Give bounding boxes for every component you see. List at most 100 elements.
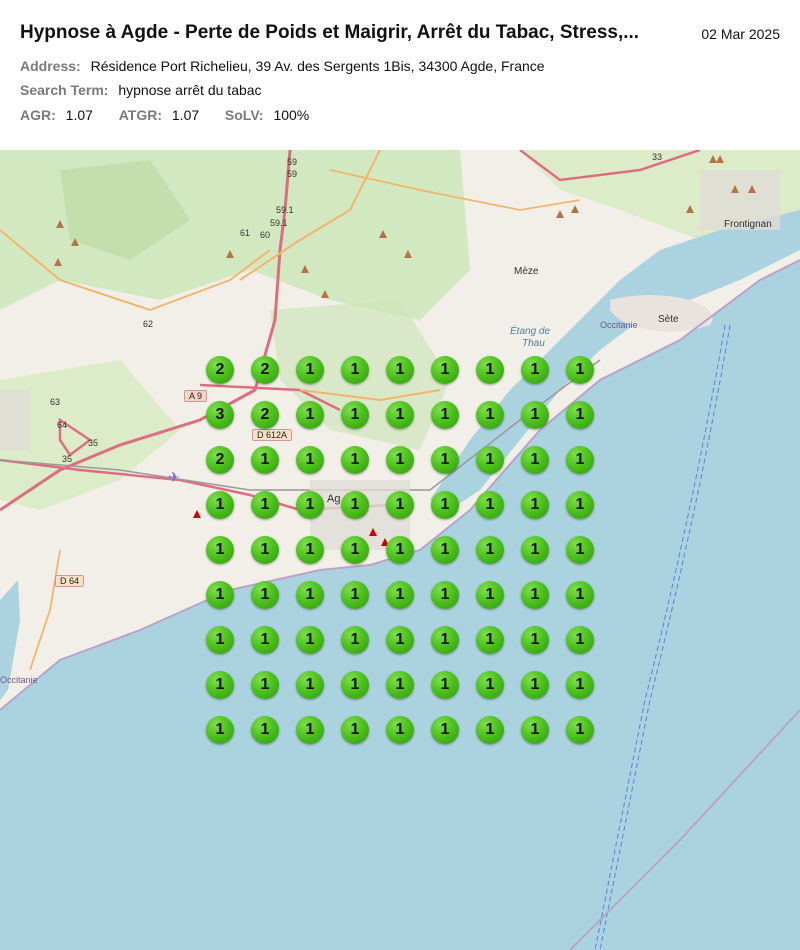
rank-pin[interactable]: 1 bbox=[386, 671, 414, 699]
rank-pin[interactable]: 1 bbox=[431, 626, 459, 654]
report-header: Hypnose à Agde - Perte de Poids et Maigr… bbox=[0, 0, 800, 150]
rank-pin[interactable]: 1 bbox=[476, 626, 504, 654]
rank-pin[interactable]: 1 bbox=[341, 626, 369, 654]
rank-pin[interactable]: 1 bbox=[476, 581, 504, 609]
rank-pin[interactable]: 1 bbox=[476, 671, 504, 699]
map-view[interactable]: ✈ Mèze Sète Frontignan Étang de Thau Occ… bbox=[0, 150, 800, 950]
rank-pin[interactable]: 1 bbox=[521, 716, 549, 744]
rank-pin[interactable]: 1 bbox=[566, 626, 594, 654]
rank-pin[interactable]: 1 bbox=[251, 536, 279, 564]
rank-pin[interactable]: 1 bbox=[431, 716, 459, 744]
rank-pin[interactable]: 2 bbox=[251, 401, 279, 429]
rank-pin[interactable]: 1 bbox=[431, 401, 459, 429]
report-date: 02 Mar 2025 bbox=[701, 26, 780, 42]
rank-pin[interactable]: 1 bbox=[476, 536, 504, 564]
solv-label: SoLV: bbox=[224, 107, 264, 123]
rank-pin[interactable]: 1 bbox=[431, 536, 459, 564]
rank-pin[interactable]: 1 bbox=[386, 491, 414, 519]
map-label-62: 62 bbox=[143, 319, 154, 329]
rank-pin[interactable]: 1 bbox=[431, 356, 459, 384]
rank-pin[interactable]: 1 bbox=[386, 356, 414, 384]
rank-pin[interactable]: 1 bbox=[566, 401, 594, 429]
rank-pin[interactable]: 1 bbox=[251, 626, 279, 654]
rank-pin[interactable]: 1 bbox=[566, 671, 594, 699]
address-value: Résidence Port Richelieu, 39 Av. des Ser… bbox=[90, 58, 545, 74]
rank-pin[interactable]: 1 bbox=[296, 356, 324, 384]
rank-pin[interactable]: 2 bbox=[206, 446, 234, 474]
rank-pin[interactable]: 1 bbox=[206, 491, 234, 519]
rank-pin[interactable]: 1 bbox=[386, 446, 414, 474]
map-label-meze: Mèze bbox=[514, 266, 539, 277]
rank-pin[interactable]: 1 bbox=[521, 491, 549, 519]
rank-pin[interactable]: 1 bbox=[296, 491, 324, 519]
rank-pin[interactable]: 1 bbox=[341, 716, 369, 744]
map-label-frontignan: Frontignan bbox=[724, 219, 772, 230]
map-label-sete: Sète bbox=[658, 314, 679, 325]
rank-pin[interactable]: 1 bbox=[476, 446, 504, 474]
rank-pin[interactable]: 1 bbox=[206, 671, 234, 699]
rank-pin[interactable]: 1 bbox=[431, 446, 459, 474]
rank-pin[interactable]: 1 bbox=[206, 716, 234, 744]
rank-pin[interactable]: 1 bbox=[386, 626, 414, 654]
rank-pin[interactable]: 1 bbox=[341, 491, 369, 519]
rank-pin[interactable]: 3 bbox=[206, 401, 234, 429]
map-label-35b: 35 bbox=[62, 454, 73, 464]
rank-pin[interactable]: 1 bbox=[476, 716, 504, 744]
rank-pin[interactable]: 1 bbox=[566, 356, 594, 384]
rank-pin[interactable]: 1 bbox=[386, 536, 414, 564]
rank-pin[interactable]: 2 bbox=[251, 356, 279, 384]
rank-pin[interactable]: 1 bbox=[251, 491, 279, 519]
rank-pin[interactable]: 1 bbox=[431, 671, 459, 699]
rank-pin[interactable]: 1 bbox=[341, 446, 369, 474]
rank-pin[interactable]: 1 bbox=[251, 446, 279, 474]
rank-pin[interactable]: 1 bbox=[521, 581, 549, 609]
rank-pin[interactable]: 1 bbox=[386, 581, 414, 609]
search-term-row: Search Term: hypnose arrêt du tabac bbox=[20, 82, 262, 98]
rank-pin[interactable]: 1 bbox=[296, 716, 324, 744]
rank-pin[interactable]: 1 bbox=[341, 671, 369, 699]
rank-pin[interactable]: 1 bbox=[206, 581, 234, 609]
rank-pin[interactable]: 1 bbox=[206, 536, 234, 564]
rank-pin[interactable]: 1 bbox=[431, 581, 459, 609]
rank-pin[interactable]: 1 bbox=[296, 536, 324, 564]
rank-pin[interactable]: 1 bbox=[341, 536, 369, 564]
rank-pin[interactable]: 1 bbox=[566, 716, 594, 744]
rank-pin[interactable]: 1 bbox=[566, 581, 594, 609]
search-term-label: Search Term: bbox=[20, 82, 109, 98]
rank-pin[interactable]: 1 bbox=[296, 626, 324, 654]
rank-pin[interactable]: 1 bbox=[341, 356, 369, 384]
address-row: Address: Résidence Port Richelieu, 39 Av… bbox=[20, 58, 545, 74]
rank-pin[interactable]: 1 bbox=[386, 401, 414, 429]
rank-pin[interactable]: 1 bbox=[521, 401, 549, 429]
rank-pin[interactable]: 1 bbox=[386, 716, 414, 744]
rank-pin[interactable]: 1 bbox=[521, 671, 549, 699]
rank-pin[interactable]: 1 bbox=[476, 401, 504, 429]
rank-pin[interactable]: 1 bbox=[476, 491, 504, 519]
rank-pin[interactable]: 1 bbox=[521, 356, 549, 384]
map-label-etang: Étang de bbox=[510, 326, 551, 337]
map-label-63: 63 bbox=[50, 397, 61, 407]
rank-pin[interactable]: 1 bbox=[521, 536, 549, 564]
map-label-occitanie-2: Occitanie bbox=[0, 675, 38, 685]
rank-pin[interactable]: 1 bbox=[206, 626, 234, 654]
rank-pin[interactable]: 1 bbox=[521, 626, 549, 654]
rank-pin[interactable]: 1 bbox=[296, 446, 324, 474]
road-shield-d64: D 64 bbox=[55, 575, 85, 587]
rank-pin[interactable]: 1 bbox=[251, 581, 279, 609]
rank-pin[interactable]: 1 bbox=[341, 581, 369, 609]
rank-pin[interactable]: 1 bbox=[251, 716, 279, 744]
rank-pin[interactable]: 1 bbox=[296, 581, 324, 609]
rank-pin[interactable]: 1 bbox=[431, 491, 459, 519]
rank-pin[interactable]: 1 bbox=[566, 491, 594, 519]
rank-pin[interactable]: 1 bbox=[296, 401, 324, 429]
rank-pin[interactable]: 1 bbox=[521, 446, 549, 474]
map-label-61: 61 bbox=[240, 228, 251, 238]
rank-pin[interactable]: 2 bbox=[206, 356, 234, 384]
rank-pin[interactable]: 1 bbox=[476, 356, 504, 384]
rank-pin[interactable]: 1 bbox=[566, 446, 594, 474]
rank-pin[interactable]: 1 bbox=[296, 671, 324, 699]
rank-pin[interactable]: 1 bbox=[341, 401, 369, 429]
rank-pin[interactable]: 1 bbox=[251, 671, 279, 699]
rank-pin[interactable]: 1 bbox=[566, 536, 594, 564]
business-title: Hypnose à Agde - Perte de Poids et Maigr… bbox=[20, 22, 640, 43]
